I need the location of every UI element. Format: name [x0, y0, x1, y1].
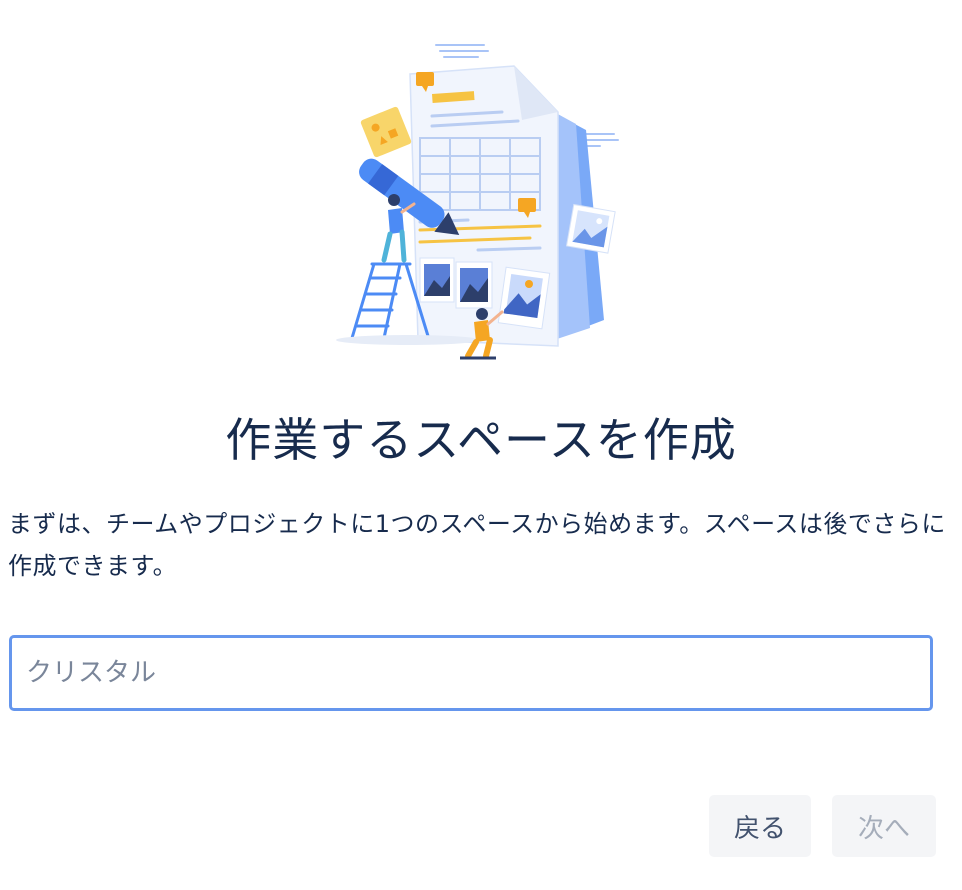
- page-description: まずは、チームやプロジェクトに1つのスペースから始めます。スペースは後でさらに作…: [8, 510, 946, 580]
- page-title: 作業するスペースを作成: [225, 413, 737, 467]
- space-name-input[interactable]: [9, 635, 933, 711]
- document-collaboration-illustration: [336, 44, 619, 360]
- next-button[interactable]: 次へ: [832, 795, 936, 857]
- floating-photo-icon: [565, 203, 616, 254]
- back-button[interactable]: 戻る: [709, 795, 811, 857]
- shapes-card-icon: [360, 106, 412, 158]
